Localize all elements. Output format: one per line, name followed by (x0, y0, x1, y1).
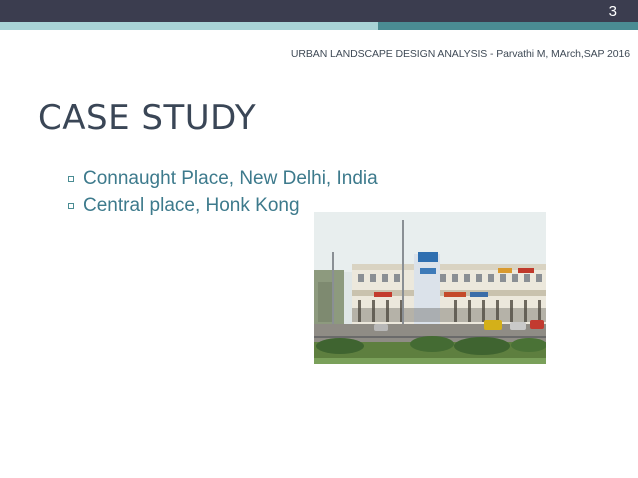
connaught-place-photo (314, 212, 546, 364)
slide-title: CASE STUDY (38, 98, 257, 138)
top-bar (0, 0, 638, 22)
slide-header: URBAN LANDSCAPE DESIGN ANALYSIS - Parvat… (290, 48, 630, 60)
bullet-text: Connaught Place, New Delhi, India (83, 167, 378, 189)
bullet-item: Connaught Place, New Delhi, India (68, 165, 378, 192)
square-bullet-icon (68, 202, 74, 209)
page-number: 3 (608, 3, 617, 20)
bullet-text: Central place, Honk Kong (83, 194, 300, 216)
bullet-list: Connaught Place, New Delhi, India Centra… (68, 165, 378, 219)
accent-bar-light (0, 22, 378, 30)
square-bullet-icon (68, 175, 74, 182)
